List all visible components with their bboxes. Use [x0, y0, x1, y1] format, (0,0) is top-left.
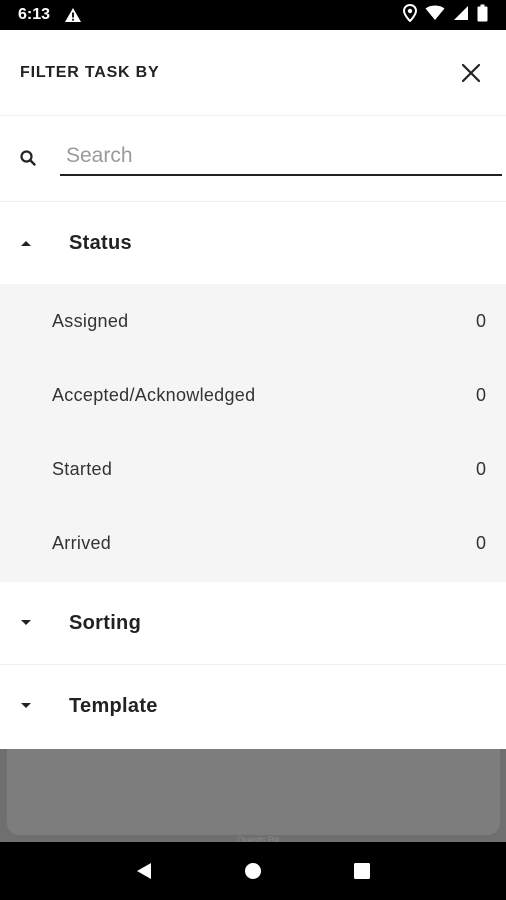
section-template-header[interactable]: Template [0, 665, 506, 747]
search-input[interactable] [60, 138, 502, 174]
section-sorting-title: Sorting [69, 611, 142, 634]
status-item-label: Assigned [52, 310, 129, 331]
caret-up-icon [0, 239, 69, 247]
close-icon [461, 63, 481, 82]
status-item-count: 0 [475, 458, 486, 479]
location-icon [402, 3, 418, 27]
status-list: Assigned 0 Accepted/Acknowledged 0 Start… [0, 284, 506, 582]
recents-button[interactable] [342, 851, 382, 891]
section-sorting-header[interactable]: Sorting [0, 582, 506, 664]
home-button[interactable] [233, 851, 273, 891]
section-template-title: Template [69, 694, 158, 717]
search-row [0, 116, 506, 202]
wifi-icon [425, 5, 445, 26]
navigation-bar [0, 842, 506, 900]
section-status-header[interactable]: Status [0, 202, 506, 284]
section-status-title: Status [69, 231, 132, 254]
caret-down-icon [0, 619, 69, 627]
search-icon [19, 149, 37, 167]
filter-header: FILTER TASK BY [0, 30, 506, 116]
filter-title: FILTER TASK BY [20, 63, 160, 81]
search-field [60, 138, 502, 176]
background-card [7, 749, 500, 835]
status-item-label: Accepted/Acknowledged [52, 384, 256, 405]
back-button[interactable] [124, 851, 164, 891]
status-item-label: Started [52, 458, 113, 479]
status-item-count: 0 [475, 310, 486, 331]
filter-panel: FILTER TASK BY Status Assigned 0 Accepte… [0, 30, 506, 749]
back-icon [137, 863, 152, 879]
status-item-count: 0 [475, 384, 486, 405]
battery-icon [477, 4, 488, 27]
status-item-accepted[interactable]: Accepted/Acknowledged 0 [0, 358, 506, 432]
status-item-count: 0 [475, 532, 486, 553]
recents-icon [353, 863, 370, 879]
status-item-assigned[interactable]: Assigned 0 [0, 284, 506, 358]
status-item-arrived[interactable]: Arrived 0 [0, 506, 506, 580]
status-item-started[interactable]: Started 0 [0, 432, 506, 506]
status-time: 6:13 [18, 6, 51, 23]
signal-icon [453, 5, 469, 26]
home-icon [244, 863, 261, 879]
status-item-label: Arrived [52, 532, 112, 553]
status-icons [402, 3, 488, 27]
caret-down-icon [0, 702, 69, 710]
close-button[interactable] [456, 58, 486, 88]
warning-icon [64, 7, 82, 23]
status-bar: 6:13 [0, 0, 506, 30]
